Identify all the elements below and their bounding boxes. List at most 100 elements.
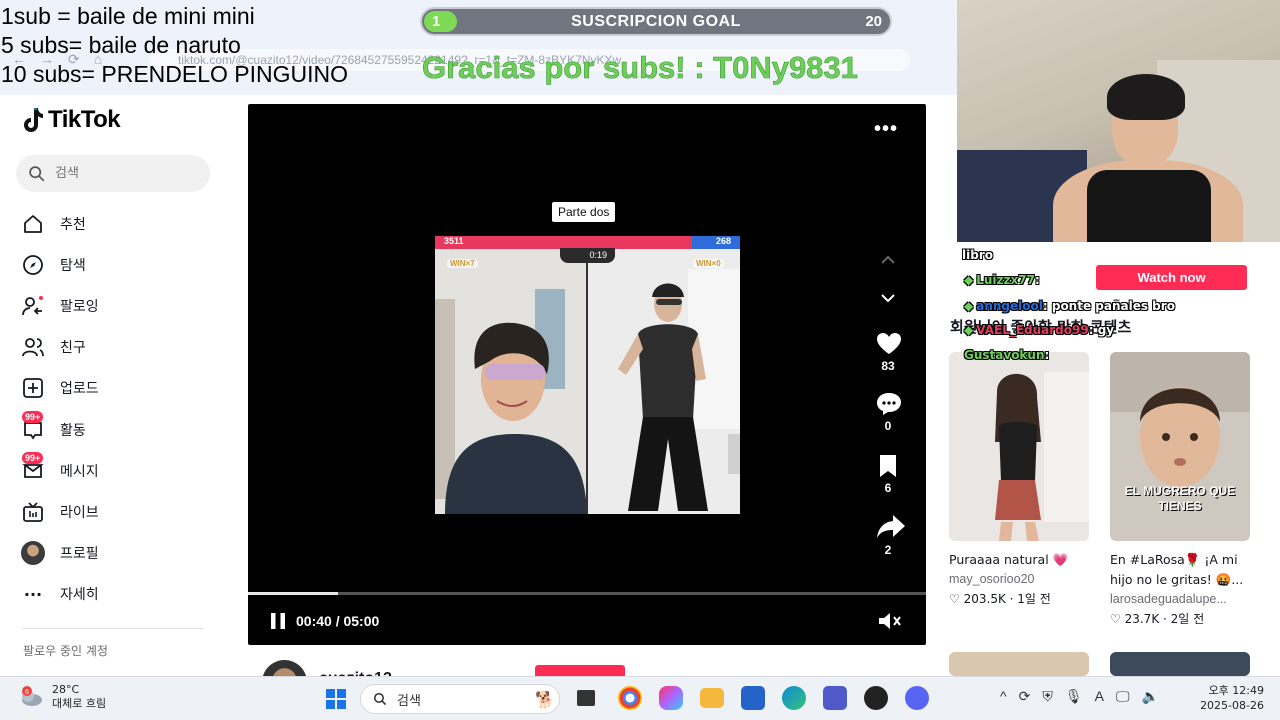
card-thumbnail[interactable]: [949, 352, 1089, 541]
video-progress-fill: [248, 592, 339, 595]
edge-icon[interactable]: [782, 686, 806, 710]
card-username[interactable]: larosadeguadalupe...: [1110, 592, 1250, 606]
language-icon[interactable]: A: [1095, 688, 1104, 705]
sidebar-item-profile[interactable]: 프로필: [20, 533, 220, 574]
recommended-card[interactable]: [949, 652, 1089, 676]
chrome-icon[interactable]: [618, 686, 642, 710]
system-clock[interactable]: 오후 12:49 2025-08-26: [1200, 683, 1264, 713]
chat-message: :: [1034, 273, 1040, 287]
search-input[interactable]: [55, 166, 195, 181]
network-icon[interactable]: 🖵: [1116, 688, 1130, 705]
sync-icon[interactable]: ⟳: [1019, 688, 1031, 705]
sidebar-item-activity[interactable]: 99+ 활동: [20, 409, 220, 450]
reward-line: 5 subs= baile de naruto: [1, 32, 241, 58]
discord-icon[interactable]: [905, 686, 929, 710]
chat-line: libro: [962, 248, 993, 262]
card-title[interactable]: Puraaaa natural 💗: [949, 550, 1089, 570]
left-person-figure: [435, 249, 587, 514]
split-divider: [586, 249, 588, 514]
sidebar-item-more[interactable]: ··· 자세히: [20, 574, 220, 615]
sidebar-item-label: 업로드: [60, 381, 99, 398]
chat-line: ◆ Luizzx77:: [964, 273, 1040, 287]
sidebar-item-explore[interactable]: 탐색: [20, 244, 220, 285]
chat-username: VAEL_Eduardo99: [976, 323, 1089, 337]
copilot-icon[interactable]: [659, 686, 683, 710]
subscription-goal-bar: 1 SUSCRIPCION GOAL 20: [420, 7, 892, 36]
sidebar-item-label: 추천: [60, 216, 86, 233]
chat-line: Gustavokun:: [964, 348, 1049, 362]
sidebar-item-messages[interactable]: 99+ 메시지: [20, 450, 220, 491]
score-left: 3511: [444, 236, 464, 246]
shield-icon[interactable]: ⛨: [1042, 688, 1053, 705]
video-progress-track[interactable]: [248, 592, 926, 595]
card-thumbnail[interactable]: [1110, 652, 1250, 676]
chevron-up-icon[interactable]: ^: [1000, 688, 1007, 705]
share-button[interactable]: 2: [876, 514, 905, 557]
heart-icon: [877, 333, 901, 354]
share-count: 2: [884, 543, 892, 557]
weather-widget[interactable]: 6 28°C 대체로 흐림: [18, 683, 106, 711]
search-box[interactable]: [16, 155, 210, 192]
win-streak-left: WIN×7: [447, 259, 478, 268]
sidebar-item-upload[interactable]: 업로드: [20, 368, 220, 409]
bookmark-icon: [880, 455, 896, 477]
next-video-icon[interactable]: [876, 292, 900, 306]
search-icon: [29, 166, 45, 182]
chat-line: ◆ VAEL_Eduardo99: gy: [964, 323, 1114, 337]
video-player[interactable]: ••• Parte dos 3511 268 0:19 WIN×7 WIN×0 …: [248, 104, 926, 645]
webcam-person-hair: [1107, 74, 1185, 120]
chat-badge-icon: ◆: [964, 323, 974, 337]
card-age: 1일 전: [1017, 592, 1051, 606]
comment-button[interactable]: 0: [876, 392, 901, 433]
like-count: 83: [881, 359, 895, 373]
recommended-card[interactable]: [1110, 652, 1250, 676]
message-icon: 99+: [20, 451, 46, 484]
more-icon: ···: [23, 584, 43, 604]
pause-icon[interactable]: [270, 612, 286, 630]
card-username[interactable]: may_osorioo20: [949, 572, 1089, 586]
save-button[interactable]: 6: [876, 454, 900, 495]
sidebar-item-live[interactable]: 라이브: [20, 491, 220, 532]
friends-icon: [20, 334, 46, 360]
speaker-icon[interactable]: 🔈: [1141, 688, 1158, 705]
card-thumbnail[interactable]: [949, 652, 1089, 676]
volume-icon[interactable]: [878, 612, 902, 630]
previous-video-icon[interactable]: [876, 254, 900, 268]
video-frame: 3511 268 0:19 WIN×7 WIN×0: [435, 236, 740, 514]
card-likes: 23.7K: [1124, 612, 1160, 626]
sidebar-item-recommended[interactable]: 추천: [20, 203, 220, 244]
store-icon[interactable]: [741, 686, 765, 710]
teams-icon[interactable]: [823, 686, 847, 710]
more-options-icon[interactable]: •••: [874, 118, 898, 141]
like-button[interactable]: 83: [876, 332, 901, 373]
card-thumbnail-caption: EL MUGRERO QUE TIENES: [1124, 484, 1236, 513]
recommended-card[interactable]: Puraaaa natural 💗 may_osorioo20 ♡ 203.5K…: [949, 352, 1089, 607]
tiktok-logo[interactable]: TikTok: [22, 106, 121, 134]
windows-start-icon[interactable]: [326, 689, 346, 709]
obs-icon[interactable]: [864, 686, 888, 710]
file-explorer-icon[interactable]: [700, 688, 724, 708]
chat-badge-icon: ◆: [964, 299, 974, 313]
card-title[interactable]: En #LaRosa🌹 ¡A mi hijo no le gritas! 🤬..…: [1110, 550, 1250, 590]
system-tray: ^ ⟳ ⛨ 🎙 A 🖵 🔈: [1000, 688, 1159, 705]
sidebar-item-following[interactable]: 팔로잉: [20, 285, 220, 326]
task-view-icon[interactable]: [577, 690, 595, 706]
sidebar-item-label: 메시지: [60, 463, 99, 480]
sidebar-item-friends[interactable]: 친구: [20, 327, 220, 368]
microphone-icon[interactable]: 🎙: [1065, 688, 1083, 705]
goal-target: 20: [865, 13, 882, 30]
following-icon: [20, 293, 46, 319]
home-icon: [20, 211, 46, 237]
recommended-card[interactable]: EL MUGRERO QUE TIENES En #LaRosa🌹 ¡A mi …: [1110, 352, 1250, 627]
chat-message: : ponte pañales bro: [1042, 299, 1175, 313]
score-right: 268: [715, 236, 731, 246]
weather-temp: 28°C: [52, 683, 80, 696]
card-likes: 203.5K: [963, 592, 1006, 606]
sidebar-item-label: 탐색: [60, 257, 86, 274]
taskbar-search[interactable]: 검색 🐕: [360, 684, 560, 714]
following-accounts-title: 팔로우 중인 계정: [23, 644, 108, 658]
card-age: 2일 전: [1170, 612, 1205, 626]
webcam-feed: [957, 0, 1280, 242]
card-thumbnail[interactable]: EL MUGRERO QUE TIENES: [1110, 352, 1250, 541]
watch-now-button[interactable]: Watch now: [1096, 265, 1247, 290]
